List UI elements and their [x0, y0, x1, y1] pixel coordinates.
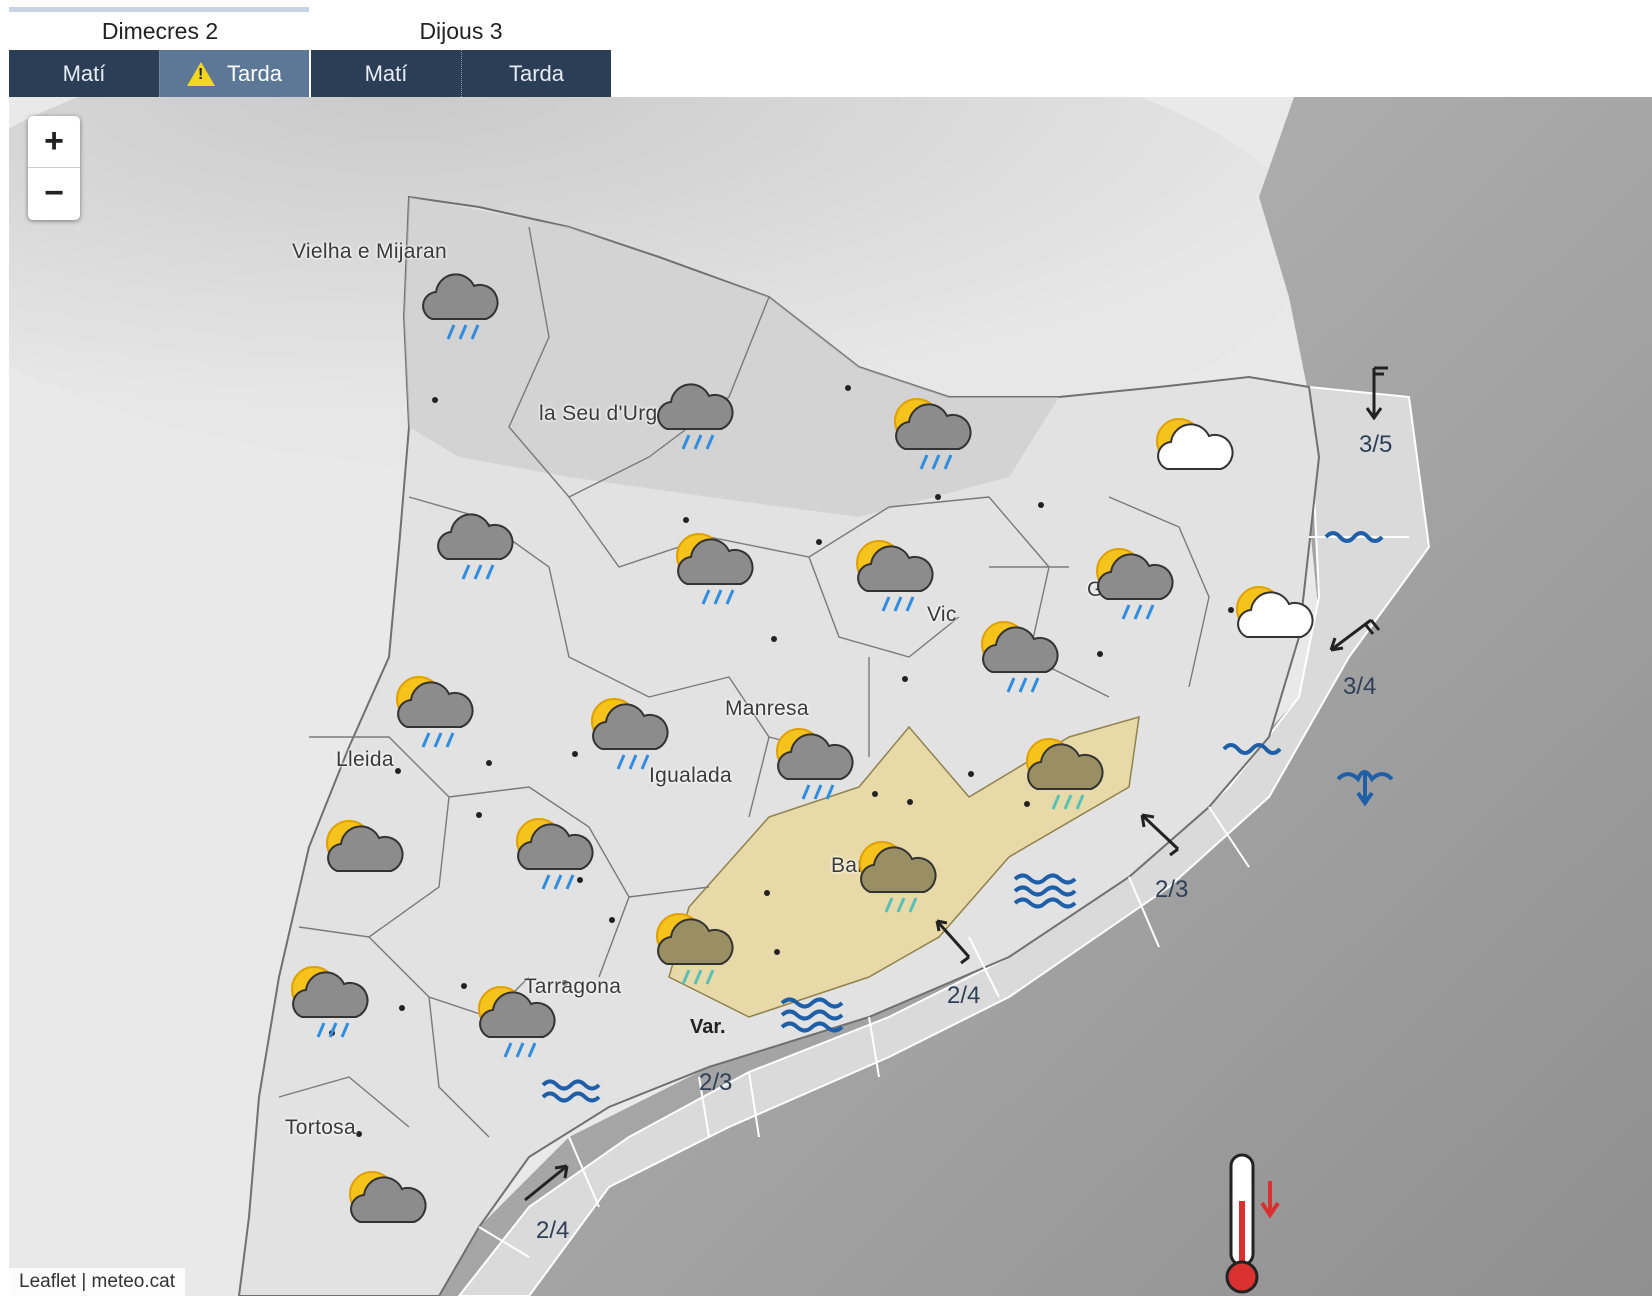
rain-cloud-icon[interactable]: [649, 367, 739, 457]
tab-dimecres-tarda[interactable]: Tarda: [159, 50, 309, 97]
wind-arrow-icon: [935, 919, 971, 965]
sun-rain-cloud-icon[interactable]: [769, 717, 859, 807]
sea-state-value: 2/4: [536, 1217, 570, 1244]
sun-rain-cloud-icon[interactable]: [389, 665, 479, 755]
zoom-control: + −: [28, 116, 80, 220]
sun-rain-cloud-icon[interactable]: [849, 529, 939, 619]
sun-storm-rain-icon[interactable]: [649, 902, 739, 992]
tab-dijous-mati[interactable]: Matí: [311, 50, 461, 97]
sea-state-value: 3/5: [1359, 431, 1393, 458]
variable-wind-label: Var.: [690, 1016, 726, 1038]
wave-icon: [1013, 873, 1077, 909]
sun-white-cloud-icon[interactable]: [1149, 407, 1239, 497]
active-day-indicator: [9, 7, 309, 12]
meteocat-link[interactable]: meteo.cat: [92, 1271, 175, 1292]
sun-cloud-icon[interactable]: [319, 809, 409, 899]
day-label-dimecres[interactable]: Dimecres 2: [85, 18, 235, 45]
town-label-tortosa: Tortosa: [285, 1116, 356, 1139]
sun-storm-rain-icon[interactable]: [1019, 727, 1109, 817]
sun-rain-cloud-icon[interactable]: [1089, 537, 1179, 627]
sun-rain-cloud-icon[interactable]: [584, 687, 674, 777]
day-period-selector: Dimecres 2 Dijous 3 Matí Tarda Matí Tard…: [0, 0, 620, 100]
sun-rain-cloud-icon[interactable]: [284, 955, 374, 1045]
warning-icon: [186, 61, 215, 86]
tab-label: Matí: [364, 60, 408, 86]
rain-cloud-icon[interactable]: [414, 257, 504, 347]
town-label-lleida: Lleida: [336, 748, 394, 771]
tab-label: Matí: [62, 60, 106, 86]
attribution-separator: |: [81, 1271, 87, 1292]
rain-cloud-icon[interactable]: [429, 497, 519, 587]
wind-arrow-icon: [1365, 366, 1388, 420]
sea-state-value: 2/3: [1155, 876, 1189, 903]
map-attribution: Leaflet | meteo.cat: [9, 1268, 185, 1296]
wind-arrow-icon: [1140, 813, 1180, 857]
sun-rain-cloud-icon[interactable]: [974, 610, 1064, 700]
sun-rain-cloud-icon[interactable]: [669, 522, 759, 612]
sun-rain-cloud-icon[interactable]: [509, 807, 599, 897]
tab-dijous-tarda[interactable]: Tarda: [461, 50, 611, 97]
sea-state-value: 3/4: [1343, 673, 1377, 700]
tab-label: Tarda: [226, 60, 283, 86]
tab-label: Tarda: [508, 60, 565, 86]
wave-icon: [1222, 743, 1282, 755]
tab-dimecres-mati[interactable]: Matí: [9, 50, 159, 97]
thermometer-cold-icon: [1225, 1153, 1280, 1294]
wind-arrow-icon: [1329, 618, 1381, 652]
sun-rain-cloud-icon[interactable]: [887, 387, 977, 477]
forecast-map[interactable]: + − Vielha e Mijaran la Seu d'Urgell Vic…: [9, 97, 1652, 1296]
sea-state-value: 2/4: [947, 982, 981, 1009]
wave-icon: [541, 1079, 601, 1103]
sun-cloud-icon[interactable]: [342, 1160, 432, 1250]
wave-icon: [780, 997, 844, 1033]
zoom-out-button[interactable]: −: [28, 168, 80, 219]
wave-icon: [1324, 531, 1384, 543]
sun-white-cloud-icon[interactable]: [1229, 575, 1319, 665]
sun-storm-rain-icon[interactable]: [852, 830, 942, 920]
zoom-in-button[interactable]: +: [28, 116, 80, 168]
wind-arrow-icon: [524, 1164, 569, 1202]
day-label-dijous[interactable]: Dijous 3: [386, 18, 536, 45]
sun-rain-cloud-icon[interactable]: [471, 975, 561, 1065]
leaflet-link[interactable]: Leaflet: [19, 1271, 76, 1292]
sea-state-value: 2/3: [699, 1069, 733, 1096]
waterspout-icon: [1336, 770, 1394, 807]
map-background: [9, 97, 1652, 1296]
